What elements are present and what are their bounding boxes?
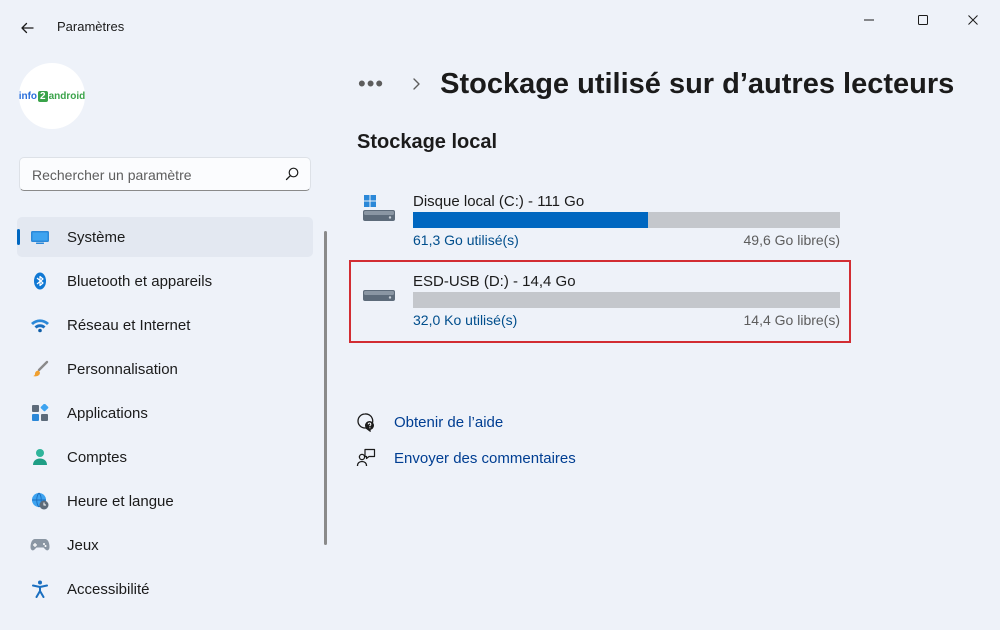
accessibility-icon (30, 580, 50, 598)
breadcrumb-more-button[interactable]: ••• (358, 71, 384, 97)
sidebar-scrollbar[interactable] (324, 231, 327, 545)
logo-text-3: android (48, 90, 85, 102)
free-space-text: 14,4 Go libre(s) (743, 312, 840, 328)
drive-name: ESD-USB (D:) - 14,4 Go (413, 273, 576, 290)
maximize-button[interactable] (900, 4, 946, 36)
feedback-link[interactable]: Envoyer des commentaires (356, 446, 576, 470)
logo-text-2: 2 (38, 90, 48, 102)
page-title: Stockage utilisé sur d’autres lecteurs (440, 67, 955, 100)
sidebar-item-jeux[interactable]: Jeux (17, 525, 313, 565)
close-button[interactable] (950, 4, 996, 36)
close-icon (968, 15, 978, 25)
maximize-icon (918, 15, 928, 25)
active-indicator (17, 229, 20, 245)
sidebar-item-bluetooth[interactable]: Bluetooth et appareils (17, 261, 313, 301)
feedback-link-label: Envoyer des commentaires (394, 449, 576, 467)
monitor-icon (30, 228, 50, 246)
sidebar-item-heure-langue[interactable]: Heure et langue (17, 481, 313, 521)
sidebar-nav: Système Bluetooth et appareils Réseau et… (17, 217, 313, 613)
help-link[interactable]: Obtenir de l’aide (356, 410, 503, 434)
logo-text-1: info (19, 90, 38, 102)
sidebar-item-label: Bluetooth et appareils (67, 272, 213, 290)
gamepad-icon (30, 536, 50, 554)
settings-window: Paramètres info 2 android Rechercher un … (0, 0, 1000, 630)
sidebar-item-reseau[interactable]: Réseau et Internet (17, 305, 313, 345)
drive-name: Disque local (C:) - 111 Go (413, 193, 585, 210)
used-space-text: 61,3 Go utilisé(s) (413, 232, 519, 248)
minimize-button[interactable] (846, 4, 892, 36)
sidebar-item-label: Personnalisation (67, 360, 178, 378)
paintbrush-icon (30, 360, 50, 378)
drive-item-c[interactable]: Disque local (C:) - 111 Go 61,3 Go utili… (358, 186, 848, 256)
breadcrumb: ••• Stockage utilisé sur d’autres lecteu… (358, 62, 954, 106)
sidebar-item-label: Applications (67, 404, 148, 422)
usb-drive-icon (363, 290, 395, 301)
minimize-icon (864, 19, 874, 21)
sidebar-item-label: Accessibilité (67, 580, 150, 598)
title-bar: Paramètres (0, 0, 1000, 48)
app-title: Paramètres (57, 19, 125, 34)
help-icon (356, 412, 376, 432)
feedback-icon (356, 448, 376, 468)
sidebar-item-systeme[interactable]: Système (17, 217, 313, 257)
sidebar-item-label: Heure et langue (67, 492, 174, 510)
search-box (19, 157, 311, 192)
search-icon[interactable] (284, 166, 300, 182)
back-arrow-icon (21, 22, 34, 34)
drive-item-d[interactable]: ESD-USB (D:) - 14,4 Go 32,0 Ko utilisé(s… (358, 266, 848, 336)
sidebar-item-applications[interactable]: Applications (17, 393, 313, 433)
sidebar-item-label: Comptes (67, 448, 128, 466)
wifi-icon (30, 316, 50, 334)
user-avatar[interactable]: info 2 android (19, 63, 85, 129)
storage-usage-bar (413, 212, 840, 228)
help-link-label: Obtenir de l’aide (394, 413, 504, 431)
storage-usage-fill (413, 212, 648, 228)
sidebar-item-label: Système (67, 228, 126, 246)
section-title: Stockage local (357, 131, 498, 153)
bluetooth-icon (30, 272, 50, 290)
search-input[interactable] (30, 158, 284, 192)
system-drive-icon (363, 195, 395, 221)
sidebar-item-accessibilite[interactable]: Accessibilité (17, 569, 313, 609)
used-space-text: 32,0 Ko utilisé(s) (413, 312, 518, 328)
free-space-text: 49,6 Go libre(s) (743, 232, 840, 248)
storage-usage-bar (413, 292, 840, 308)
apps-icon (30, 404, 50, 422)
chevron-right-icon (413, 78, 420, 90)
info2android-logo: info 2 android (19, 90, 85, 102)
sidebar-item-comptes[interactable]: Comptes (17, 437, 313, 477)
sidebar-item-label: Réseau et Internet (67, 316, 191, 334)
person-icon (30, 448, 50, 466)
back-button[interactable] (12, 14, 42, 42)
globe-clock-icon (30, 492, 50, 510)
sidebar-item-label: Jeux (67, 536, 99, 554)
sidebar-item-personnalisation[interactable]: Personnalisation (17, 349, 313, 389)
